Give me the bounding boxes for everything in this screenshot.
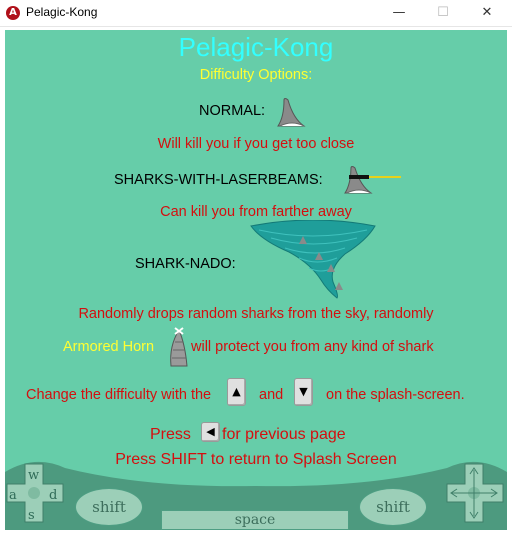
minimize-button[interactable]: —: [376, 0, 422, 26]
shift-right-button[interactable]: shift: [359, 488, 427, 526]
down-arrow-icon: ▼: [294, 378, 313, 406]
d-key[interactable]: d: [49, 488, 57, 503]
sharknado-label: SHARK-NADO:: [135, 256, 236, 272]
w-key[interactable]: w: [28, 468, 39, 483]
laser-label: SHARKS-WITH-LASERBEAMS:: [114, 172, 323, 188]
close-button[interactable]: ✕: [464, 0, 510, 26]
shark-fin-icon: [277, 98, 306, 127]
normal-label: NORMAL:: [199, 103, 266, 119]
difficulty-subtitle: Difficulty Options:: [199, 67, 313, 83]
left-arrow-icon: ◀: [201, 422, 220, 442]
onscreen-controls: w a s d shift space shift: [5, 460, 507, 530]
change-suffix-text: on the splash-screen.: [326, 387, 465, 403]
change-and-text: and: [259, 387, 284, 403]
tornado-icon: [250, 220, 376, 299]
window-titlebar: A Pelagic-Kong — ☐ ✕: [0, 0, 512, 27]
a-key[interactable]: a: [9, 488, 17, 503]
press-prefix-text: Press: [150, 426, 191, 443]
normal-description: Will kill you if you get too close: [157, 136, 355, 152]
space-button[interactable]: space: [161, 510, 349, 530]
game-title: Pelagic-Kong: [178, 32, 334, 62]
laser-shark-icon: [344, 166, 401, 194]
laser-description: Can kill you from farther away: [160, 204, 352, 220]
armored-horn-icon: [170, 327, 188, 367]
up-arrow-icon: ▲: [227, 378, 246, 406]
sharknado-description: Randomly drops random sharks from the sk…: [78, 306, 434, 322]
armored-horn-label: Armored Horn: [63, 339, 155, 355]
armored-horn-description: will protect you from any kind of shark: [191, 339, 434, 355]
app-logo-icon: A: [6, 6, 20, 20]
window-title: Pelagic-Kong: [26, 5, 98, 19]
change-prefix-text: Change the difficulty with the: [26, 387, 212, 403]
arrow-pad[interactable]: [446, 464, 504, 522]
game-canvas[interactable]: Pelagic-Kong Difficulty Options: NORMAL:…: [5, 30, 507, 530]
maximize-button[interactable]: ☐: [420, 0, 466, 26]
press-suffix-text: for previous page: [222, 426, 346, 443]
shift-left-button[interactable]: shift: [75, 488, 143, 526]
s-key[interactable]: s: [28, 508, 35, 523]
